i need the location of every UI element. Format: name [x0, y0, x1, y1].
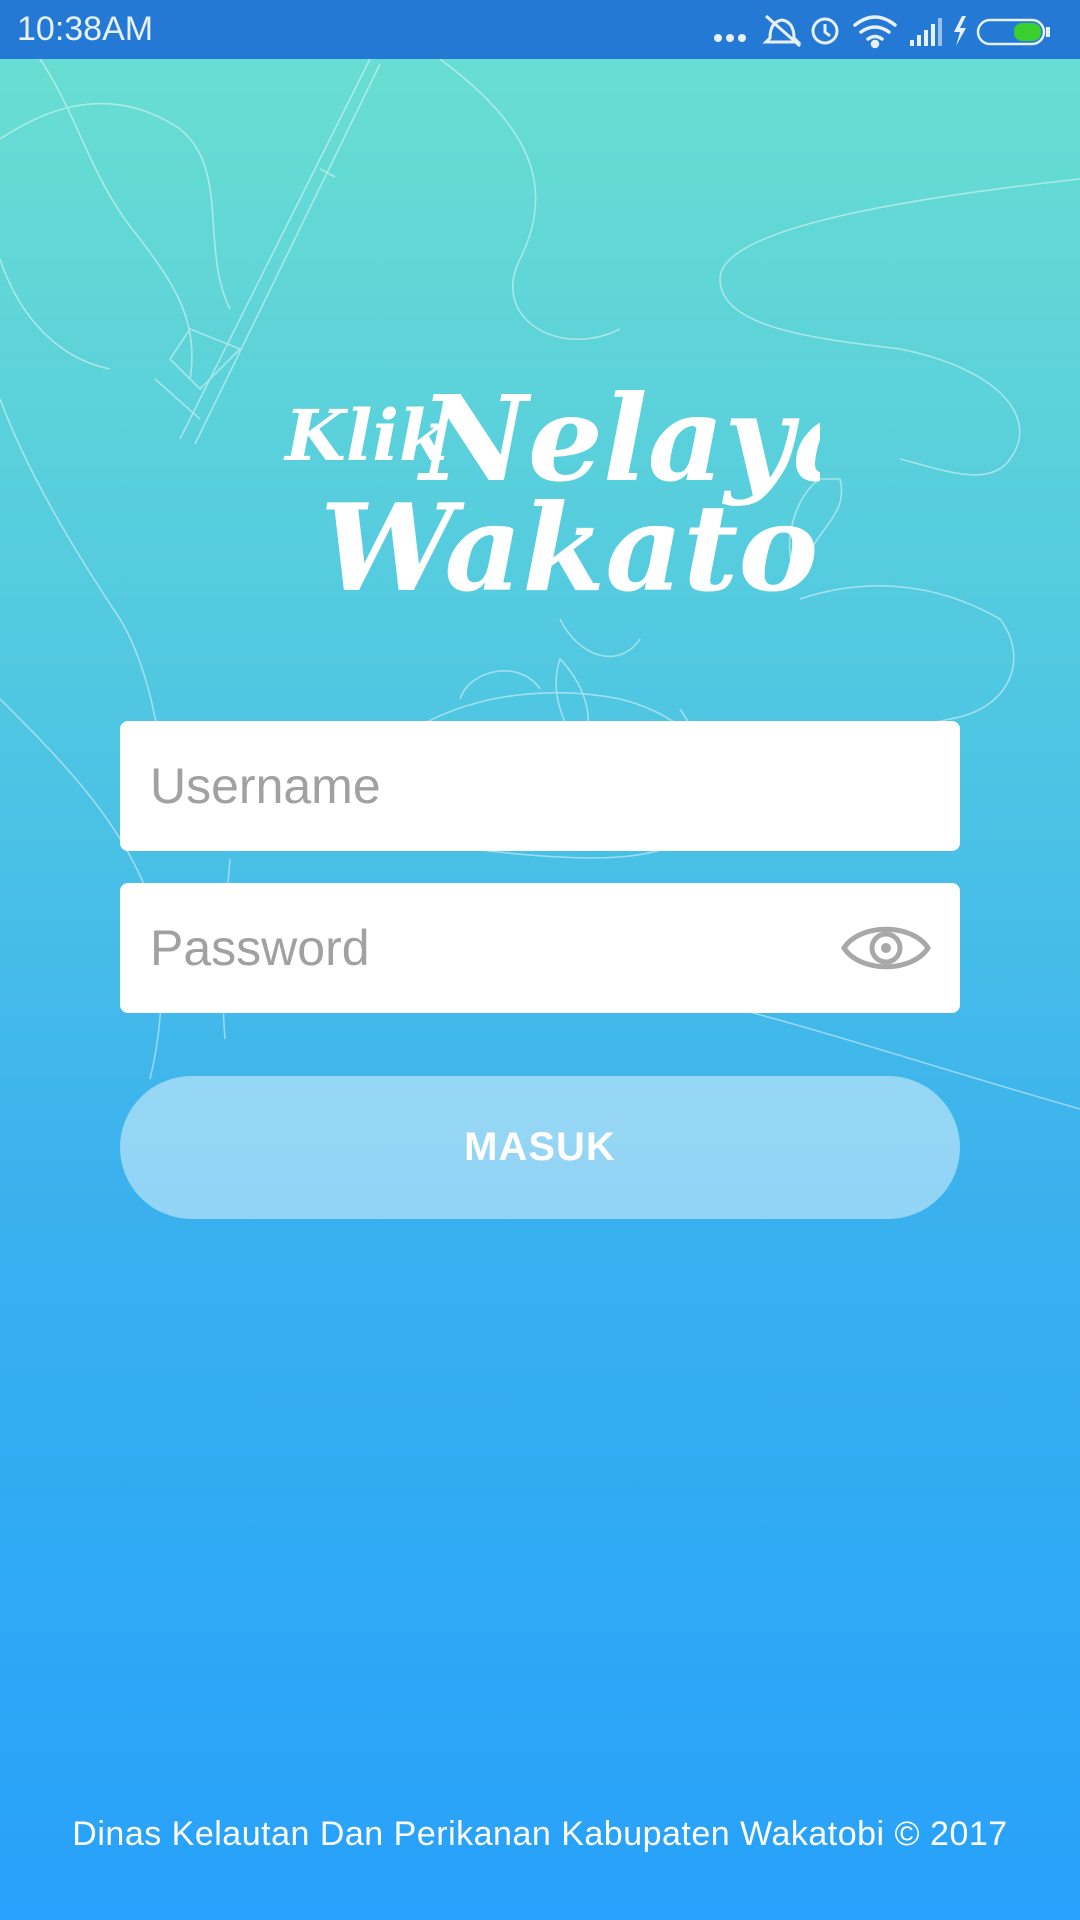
password-field[interactable] — [120, 883, 960, 1013]
status-time: 10:38AM — [17, 10, 154, 48]
notifications-muted-icon — [762, 14, 802, 48]
footer-copyright: Dinas Kelautan Dan Perikanan Kabupaten W… — [72, 1815, 1008, 1853]
username-field[interactable] — [120, 721, 960, 851]
app-logo: Klik Nelayan Wakatobi — [260, 340, 955, 640]
signal-icon — [910, 18, 942, 46]
alarm-icon — [811, 17, 839, 45]
login-screen: 10:38AM Klik Nelay Wakato Username MASUK… — [0, 0, 1080, 1920]
status-bar: 10:38AM — [0, 0, 1080, 59]
eye-icon[interactable] — [840, 915, 932, 981]
status-icons — [714, 14, 1050, 49]
logo-word-wakatobi: Wakatobi — [320, 478, 820, 619]
app-logo-wordmark: Klik Nelayan Wakatobi — [283, 369, 955, 619]
more-dots-icon — [714, 34, 746, 42]
wifi-icon — [853, 15, 897, 49]
charging-icon — [954, 16, 966, 46]
username-input[interactable] — [150, 721, 890, 851]
battery-icon — [976, 18, 1050, 46]
login-button[interactable]: MASUK — [120, 1076, 960, 1219]
password-input[interactable] — [150, 883, 890, 1013]
